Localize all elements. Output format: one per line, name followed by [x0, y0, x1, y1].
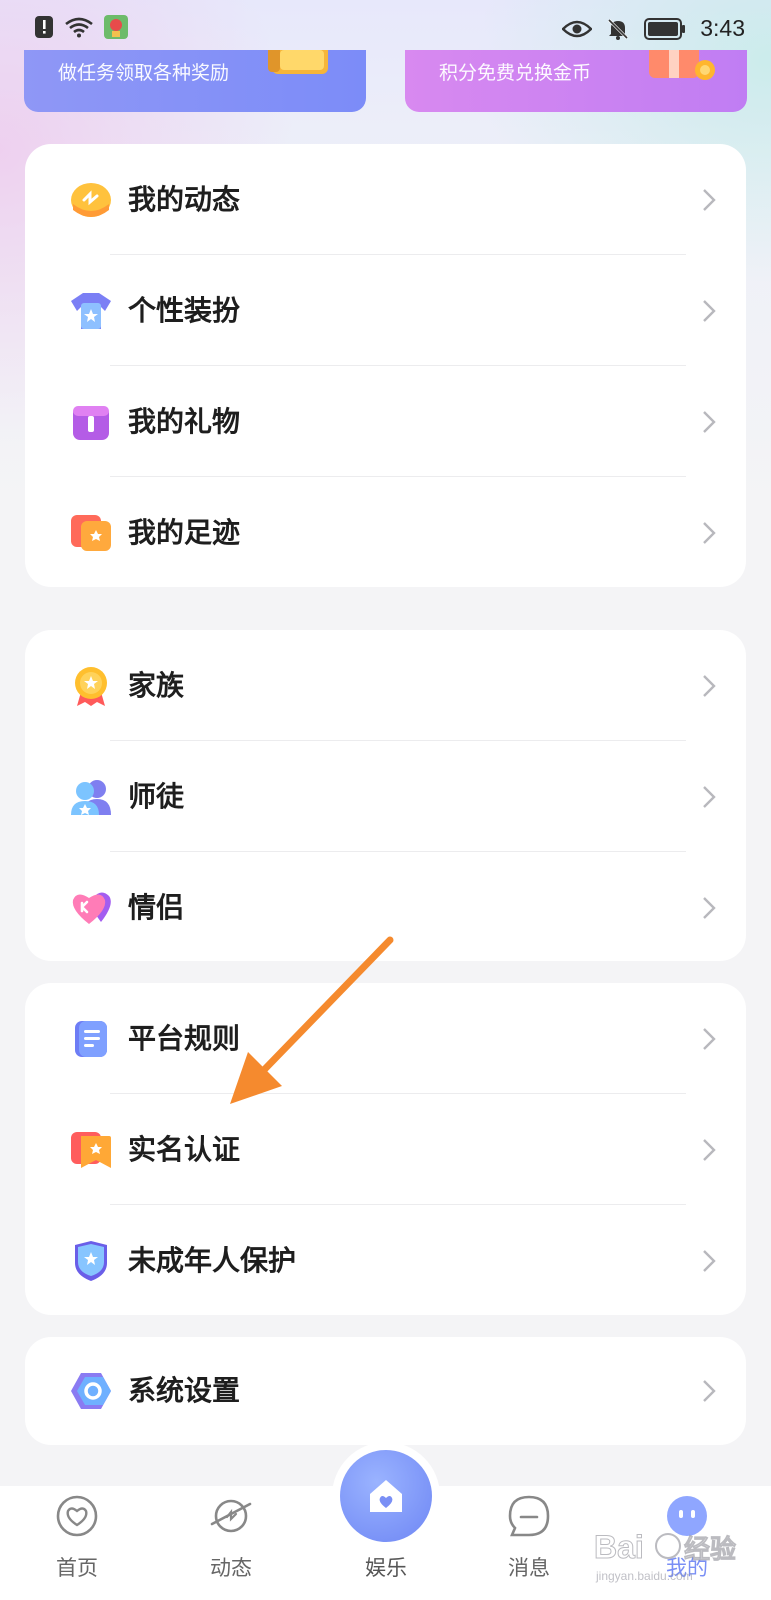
- menu-item-realname-verify[interactable]: 实名认证: [25, 1094, 746, 1207]
- treasure-box-icon: [268, 50, 328, 74]
- gift-icon: [73, 406, 109, 440]
- tab-label: 娱乐: [365, 1556, 407, 1580]
- tab-home[interactable]: 首页: [22, 1494, 132, 1582]
- menu-item-label: 实名认证: [128, 1133, 241, 1166]
- chevron-right-icon: [703, 1380, 716, 1402]
- mentor-icon: [71, 780, 111, 815]
- menu-item-label: 我的礼物: [128, 405, 241, 438]
- menu-group-social: 家族 师徒 情侣: [25, 630, 746, 961]
- menu-group-personal: 我的动态 个性装扮 我的礼物 我的足迹: [25, 144, 746, 587]
- alert-icon: [34, 15, 54, 39]
- svg-text:Bai: Bai: [594, 1529, 644, 1565]
- menu-item-couple[interactable]: 情侣: [25, 852, 746, 965]
- menu-item-system-settings[interactable]: 系统设置: [25, 1335, 746, 1448]
- family-medal-icon: [75, 667, 107, 706]
- menu-item-label: 未成年人保护: [128, 1244, 297, 1277]
- menu-item-family[interactable]: 家族: [25, 630, 746, 743]
- settings-icon: [71, 1373, 111, 1409]
- chevron-right-icon: [703, 897, 716, 919]
- moments-icon: [71, 183, 111, 217]
- menu-item-label: 师徒: [128, 780, 185, 813]
- menu-item-mentor[interactable]: 师徒: [25, 741, 746, 854]
- gift-box-coin-icon: [649, 50, 715, 80]
- chevron-right-icon: [703, 300, 716, 322]
- svg-text:jingyan.baidu.com: jingyan.baidu.com: [595, 1569, 693, 1583]
- status-bar: 3:43: [0, 0, 771, 54]
- chevron-right-icon: [703, 1139, 716, 1161]
- chevron-right-icon: [703, 675, 716, 697]
- menu-item-label: 个性装扮: [128, 294, 241, 327]
- footprint-icon: [71, 515, 111, 551]
- menu-item-my-moments[interactable]: 我的动态: [25, 144, 746, 257]
- tab-moments[interactable]: 动态: [176, 1494, 286, 1582]
- chevron-right-icon: [703, 786, 716, 808]
- menu-item-platform-rules[interactable]: 平台规则: [25, 983, 746, 1096]
- clock-time: 3:43: [700, 15, 745, 41]
- menu-group-system: 系统设置: [25, 1337, 746, 1445]
- chevron-right-icon: [703, 189, 716, 211]
- menu-item-label: 家族: [128, 669, 185, 702]
- house-heart-icon: [370, 1480, 402, 1512]
- points-exchange-text: 积分免费兑换金币: [439, 62, 592, 84]
- eye-icon: [562, 19, 593, 39]
- couple-heart-icon: [72, 892, 111, 924]
- tab-label: 消息: [508, 1556, 550, 1580]
- menu-item-footprints[interactable]: 我的足迹: [25, 477, 746, 590]
- wifi-icon: [64, 16, 94, 38]
- chevron-right-icon: [703, 1250, 716, 1272]
- baidu-watermark-logo: Bai 经验 jingyan.baidu.com: [594, 1529, 737, 1584]
- outfit-icon: [71, 293, 111, 329]
- menu-item-label: 我的足迹: [128, 516, 241, 549]
- menu-item-minor-protection[interactable]: 未成年人保护: [25, 1205, 746, 1318]
- tab-messages[interactable]: 消息: [474, 1494, 584, 1582]
- menu-item-outfit[interactable]: 个性装扮: [25, 255, 746, 368]
- bell-off-icon: [606, 17, 630, 41]
- home-heart-icon: [56, 1495, 98, 1537]
- chevron-right-icon: [703, 522, 716, 544]
- menu-item-label: 我的动态: [128, 183, 241, 216]
- chevron-right-icon: [703, 1028, 716, 1050]
- rules-doc-icon: [75, 1021, 107, 1057]
- tab-entertainment-button[interactable]: [340, 1450, 432, 1542]
- realname-icon: [71, 1132, 111, 1168]
- chevron-right-icon: [703, 411, 716, 433]
- menu-group-account: 平台规则 实名认证 未成年人保护: [25, 983, 746, 1315]
- task-rewards-card[interactable]: 做任务领取各种奖励: [24, 50, 366, 112]
- tab-label: 首页: [56, 1556, 98, 1580]
- menu-item-label: 平台规则: [128, 1022, 241, 1055]
- svg-text:经验: 经验: [684, 1534, 736, 1565]
- points-exchange-card[interactable]: 积分免费兑换金币: [405, 50, 747, 112]
- planet-icon: [210, 1499, 252, 1533]
- task-rewards-text: 做任务领取各种奖励: [58, 62, 230, 84]
- app-notification-icon: [104, 15, 128, 39]
- message-icon: [508, 1495, 550, 1537]
- battery-icon: [644, 17, 686, 40]
- menu-item-label: 系统设置: [128, 1374, 241, 1407]
- menu-item-label: 情侣: [128, 891, 185, 924]
- menu-item-my-gifts[interactable]: 我的礼物: [25, 366, 746, 479]
- tab-label: 动态: [210, 1556, 252, 1580]
- shield-icon: [75, 1241, 107, 1281]
